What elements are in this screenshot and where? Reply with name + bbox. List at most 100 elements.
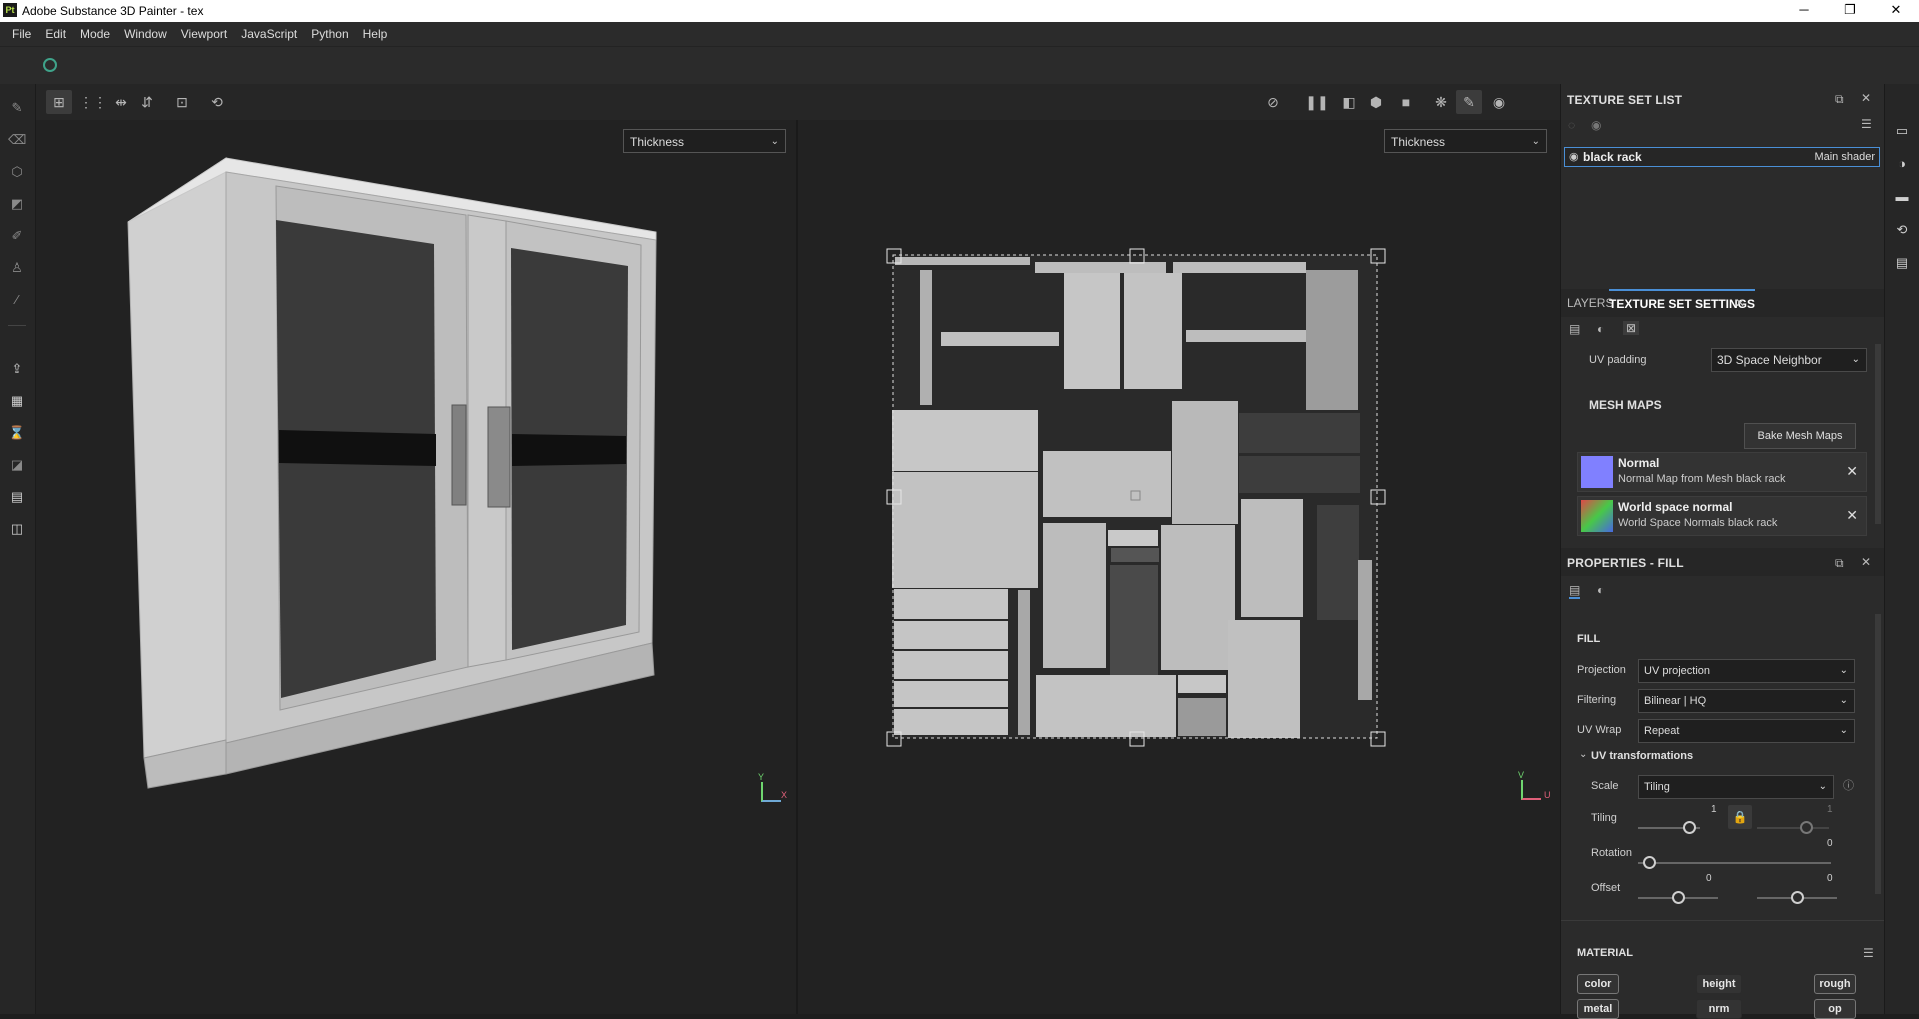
tab-layers[interactable]: LAYERS (1567, 289, 1613, 317)
scale-select[interactable]: Tiling ⌄ (1638, 775, 1834, 799)
picker-icon[interactable]: ⁄ (8, 291, 26, 309)
bake-icon[interactable]: ▦ (8, 392, 26, 410)
visibility-off-icon[interactable]: ◌ (1568, 118, 1575, 132)
smudge-icon[interactable]: ✐ (8, 227, 26, 245)
menu-python[interactable]: Python (304, 22, 355, 46)
tiling-slider-v-knob[interactable] (1800, 821, 1813, 834)
screenshot-icon[interactable]: ◉ (1486, 90, 1512, 114)
eye-icon[interactable]: ◉ (1591, 118, 1601, 132)
camera-icon[interactable]: ■ (1393, 90, 1419, 114)
offset-value-u[interactable]: 0 (1706, 873, 1712, 884)
paint-mode-icon[interactable]: ✎ (1456, 90, 1482, 114)
uv-padding-select[interactable]: 3D Space Neighbor ⌄ (1711, 348, 1867, 372)
shader-settings-icon[interactable]: ◑ (1893, 155, 1911, 173)
clone-stamp-icon[interactable]: ♙ (8, 259, 26, 277)
mesh-map-world-normal[interactable]: World space normal World Space Normals b… (1577, 496, 1867, 536)
display-settings-icon[interactable]: ▭ (1893, 122, 1911, 140)
tab-texture-set-settings[interactable]: TEXTURE SET SETTINGS (1609, 289, 1756, 317)
rotation-value[interactable]: 0 (1827, 838, 1833, 849)
book-icon[interactable]: ◫ (8, 520, 26, 538)
grid-icon[interactable]: ⋮⋮ (79, 90, 107, 114)
menu-mode[interactable]: Mode (73, 22, 117, 46)
float-panel-icon[interactable]: ⧉ (1835, 92, 1844, 107)
texture-set-item[interactable]: ◉ black rack Main shader (1564, 147, 1880, 167)
hide-icon[interactable]: ⊘ (1260, 90, 1286, 114)
menu-viewport[interactable]: Viewport (174, 22, 234, 46)
cube-icon[interactable]: ⬢ (1363, 90, 1389, 114)
filtering-select[interactable]: Bilinear | HQ ⌄ (1638, 689, 1855, 713)
tiling-slider-v[interactable] (1757, 827, 1829, 829)
float-panel-icon[interactable]: ⧉ (1835, 556, 1844, 571)
document-icon[interactable]: ▤ (8, 488, 26, 506)
split-view-icon[interactable]: ◧ (1336, 90, 1362, 114)
channel-height-button[interactable]: height (1696, 974, 1742, 994)
eraser-icon[interactable]: ⌫ (8, 131, 26, 149)
menu-edit[interactable]: Edit (38, 22, 73, 46)
mirror-x-icon[interactable]: ⇹ (108, 90, 134, 114)
history-icon[interactable]: ⟲ (204, 90, 230, 114)
settings-scrollbar[interactable] (1875, 344, 1881, 524)
projection-select[interactable]: UV projection ⌄ (1638, 659, 1855, 683)
offset-value-v[interactable]: 0 (1827, 873, 1833, 884)
uv-mode-icon[interactable]: ⊞ (46, 90, 72, 114)
info-icon[interactable]: ⓘ (1843, 777, 1854, 793)
remove-map-icon[interactable]: ✕ (1846, 507, 1858, 524)
paint-brush-icon[interactable]: ✎ (8, 99, 26, 117)
chevron-down-icon[interactable]: ⌄ (1579, 749, 1587, 760)
remove-map-icon[interactable]: ✕ (1846, 463, 1858, 480)
log-icon[interactable]: ▤ (1893, 254, 1911, 272)
tiling-slider-u-knob[interactable] (1683, 821, 1696, 834)
uvwrap-select[interactable]: Repeat ⌄ (1638, 719, 1855, 743)
shader-icon[interactable]: ◐ (1597, 322, 1604, 336)
channel-rough-button[interactable]: rough (1814, 974, 1856, 994)
rotation-slider[interactable] (1638, 862, 1831, 864)
menu-window[interactable]: Window (117, 22, 174, 46)
close-panel-icon[interactable]: ✕ (1861, 91, 1871, 105)
axis-x-label: X (781, 790, 788, 800)
material-sphere-icon[interactable]: ◐ (1597, 583, 1604, 597)
channel-color-button[interactable]: color (1577, 974, 1619, 994)
texture-set-shader[interactable]: Main shader (1814, 151, 1875, 163)
fill-settings-icon[interactable]: ▤ (1569, 583, 1581, 599)
sync-plugin-icon[interactable] (43, 58, 57, 72)
tiling-value-u[interactable]: 1 (1711, 804, 1717, 815)
settings-icon[interactable]: ▤ (1569, 322, 1580, 336)
projection-icon[interactable]: ⬡ (8, 163, 26, 181)
close-window-button[interactable]: ✕ (1873, 0, 1919, 22)
offset-slider-v-knob[interactable] (1791, 891, 1804, 904)
pause-icon[interactable]: ❚❚ (1304, 90, 1330, 114)
mirror-y-icon[interactable]: ⇵ (134, 90, 160, 114)
lock-icon[interactable]: 🔒 (1728, 805, 1752, 829)
maximize-button[interactable]: ❐ (1827, 0, 1873, 22)
offset-slider-u-knob[interactable] (1672, 891, 1685, 904)
viewport-2d[interactable]: Thickness ⌄ V U (798, 120, 1560, 1014)
fit-icon[interactable]: ⊡ (169, 90, 195, 114)
rotation-slider-knob[interactable] (1643, 856, 1656, 869)
assets-icon[interactable]: ▬ (1893, 188, 1911, 206)
history-panel-icon[interactable]: ⟲ (1893, 221, 1911, 239)
close-tab-icon[interactable]: ✕ (1735, 289, 1745, 317)
export-icon[interactable]: ⇪ (8, 360, 26, 378)
tiling-value-v[interactable]: 1 (1827, 804, 1833, 815)
material-menu-icon[interactable]: ☰ (1863, 946, 1874, 960)
uv-icon[interactable]: ⊠ (1623, 321, 1640, 335)
bake-mesh-maps-button[interactable]: Bake Mesh Maps (1744, 423, 1856, 449)
channel-nrm-button[interactable]: nrm (1696, 999, 1742, 1019)
menu-file[interactable]: File (5, 22, 38, 46)
geometry-mask-icon[interactable]: ◩ (8, 195, 26, 213)
channel-op-button[interactable]: op (1814, 999, 1856, 1019)
menu-javascript[interactable]: JavaScript (234, 22, 304, 46)
unwrap-icon[interactable]: ◪ (8, 456, 26, 474)
menu-help[interactable]: Help (356, 22, 395, 46)
properties-scrollbar[interactable] (1875, 614, 1881, 894)
hourglass-icon[interactable]: ⌛ (8, 424, 26, 442)
minimize-button[interactable]: ─ (1781, 0, 1827, 22)
list-menu-icon[interactable]: ☰ (1861, 117, 1872, 131)
uv-transformations-header[interactable]: UV transformations (1591, 750, 1693, 762)
mesh-map-normal[interactable]: Normal Normal Map from Mesh black rack ✕ (1577, 452, 1867, 492)
close-panel-icon[interactable]: ✕ (1861, 555, 1871, 569)
viewport-3d[interactable]: Thickness ⌄ Y X (36, 120, 796, 1014)
channel-metal-button[interactable]: metal (1577, 999, 1619, 1019)
texture-set-visibility-icon[interactable]: ◉ (1569, 150, 1579, 163)
effects-icon[interactable]: ❋ (1428, 90, 1454, 114)
